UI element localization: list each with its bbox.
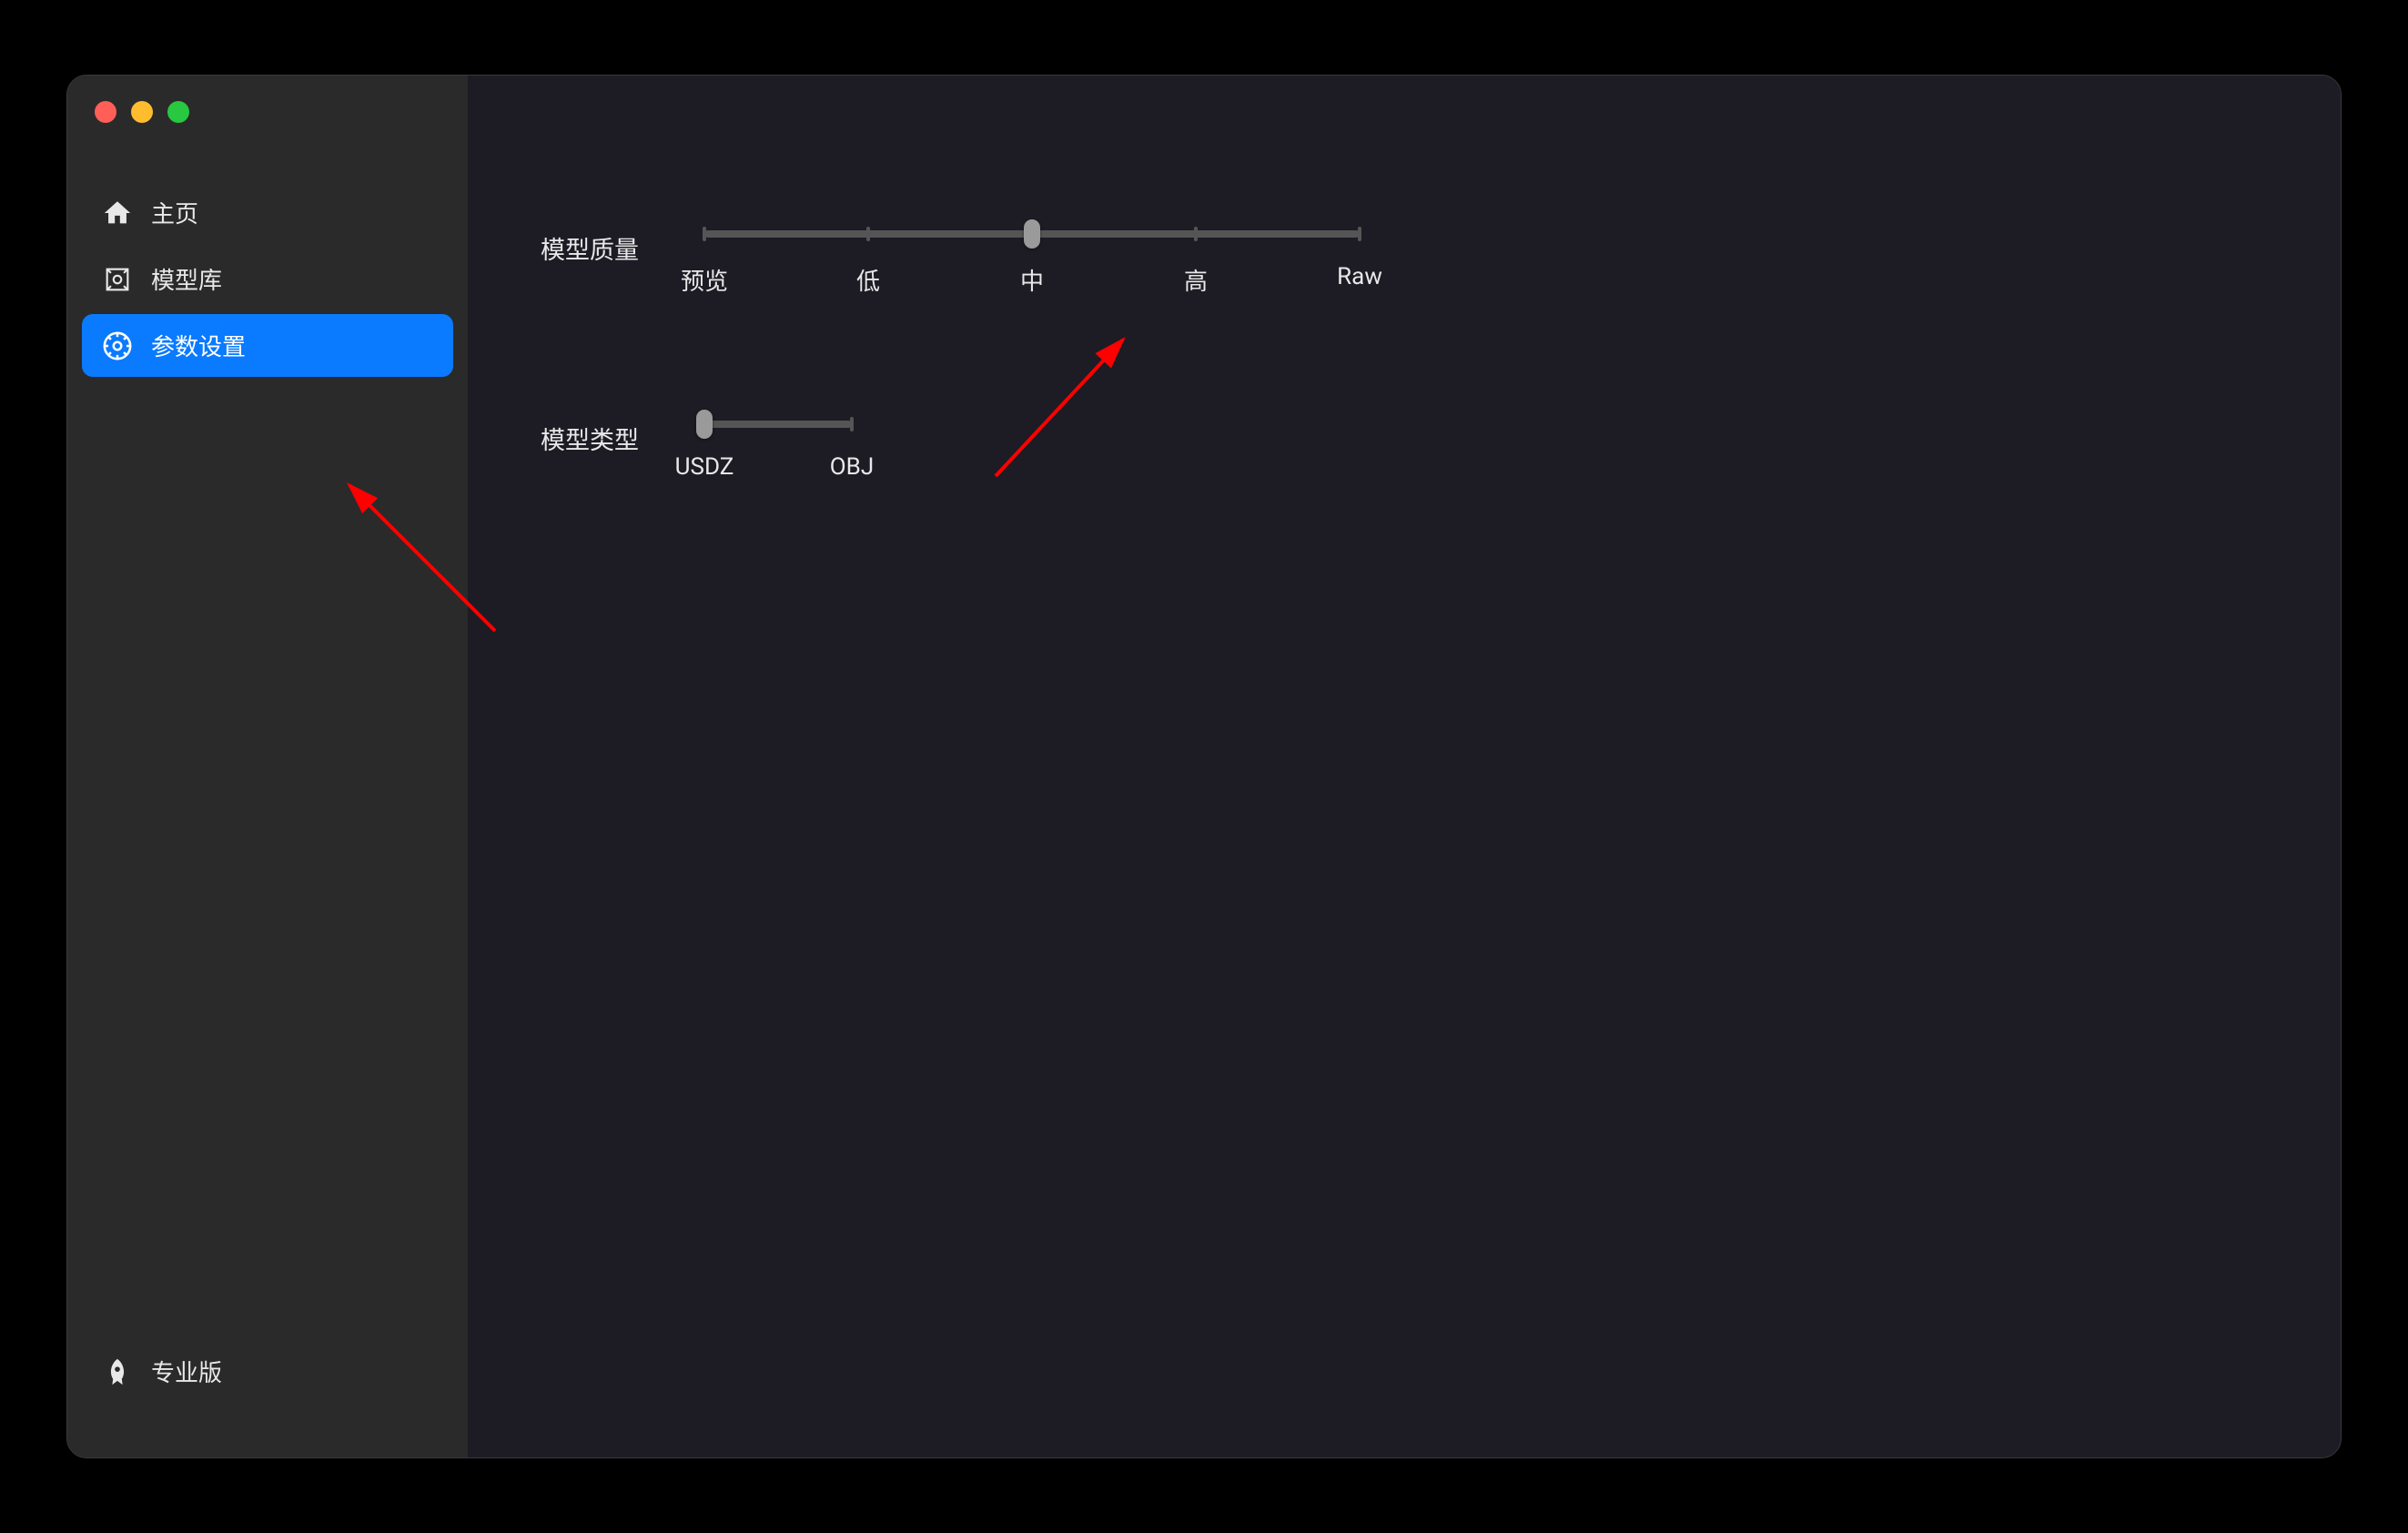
sidebar-item-library[interactable]: 模型库: [82, 248, 453, 310]
sidebar-nav: 主页 模型库 参数设置: [67, 181, 468, 377]
slider-option-label: 低: [856, 263, 880, 297]
home-icon: [102, 198, 133, 228]
setting-type-label: 模型类型: [541, 421, 704, 456]
sidebar-footer: 专业版: [67, 1340, 468, 1457]
sidebar: 主页 模型库 参数设置 专业版: [67, 76, 468, 1457]
window-controls: [67, 101, 468, 181]
rocket-icon: [102, 1356, 133, 1387]
slider-track[interactable]: [704, 421, 852, 428]
slider-option-label: OBJ: [830, 453, 874, 481]
slider-option-label: USDZ: [675, 453, 734, 481]
slider-thumb[interactable]: [696, 410, 713, 439]
settings-panel: 模型质量 预览 低 中 高 Raw: [468, 76, 2341, 1457]
slider-option-label: Raw: [1337, 263, 1382, 290]
close-button[interactable]: [95, 101, 116, 123]
slider-tick: [850, 417, 854, 431]
slider-tick: [1358, 227, 1361, 241]
setting-quality-label: 模型质量: [541, 230, 704, 266]
setting-quality: 模型质量 预览 低 中 高 Raw: [541, 230, 2268, 266]
slider-tick: [866, 227, 870, 241]
slider-tick: [1194, 227, 1198, 241]
sidebar-item-label: 参数设置: [151, 329, 246, 362]
slider-thumb[interactable]: [1024, 219, 1040, 249]
slider-tick: [703, 227, 706, 241]
type-slider[interactable]: USDZ OBJ: [704, 421, 852, 453]
gear-icon: [102, 330, 133, 361]
sidebar-item-label: 主页: [151, 196, 198, 229]
maximize-button[interactable]: [167, 101, 189, 123]
sidebar-item-label: 专业版: [151, 1355, 222, 1388]
slider-option-label: 预览: [681, 263, 728, 297]
quality-slider[interactable]: 预览 低 中 高 Raw: [704, 230, 1360, 263]
slider-track[interactable]: [704, 230, 1360, 238]
sidebar-item-label: 模型库: [151, 262, 222, 296]
slider-option-label: 高: [1184, 263, 1208, 297]
sidebar-item-pro[interactable]: 专业版: [82, 1340, 453, 1403]
minimize-button[interactable]: [131, 101, 153, 123]
sidebar-item-home[interactable]: 主页: [82, 181, 453, 244]
cube-icon: [102, 264, 133, 295]
sidebar-item-settings[interactable]: 参数设置: [82, 314, 453, 377]
app-window: 主页 模型库 参数设置 专业版: [66, 75, 2342, 1458]
setting-type: 模型类型 USDZ OBJ: [541, 421, 2268, 456]
slider-option-label: 中: [1020, 263, 1044, 297]
